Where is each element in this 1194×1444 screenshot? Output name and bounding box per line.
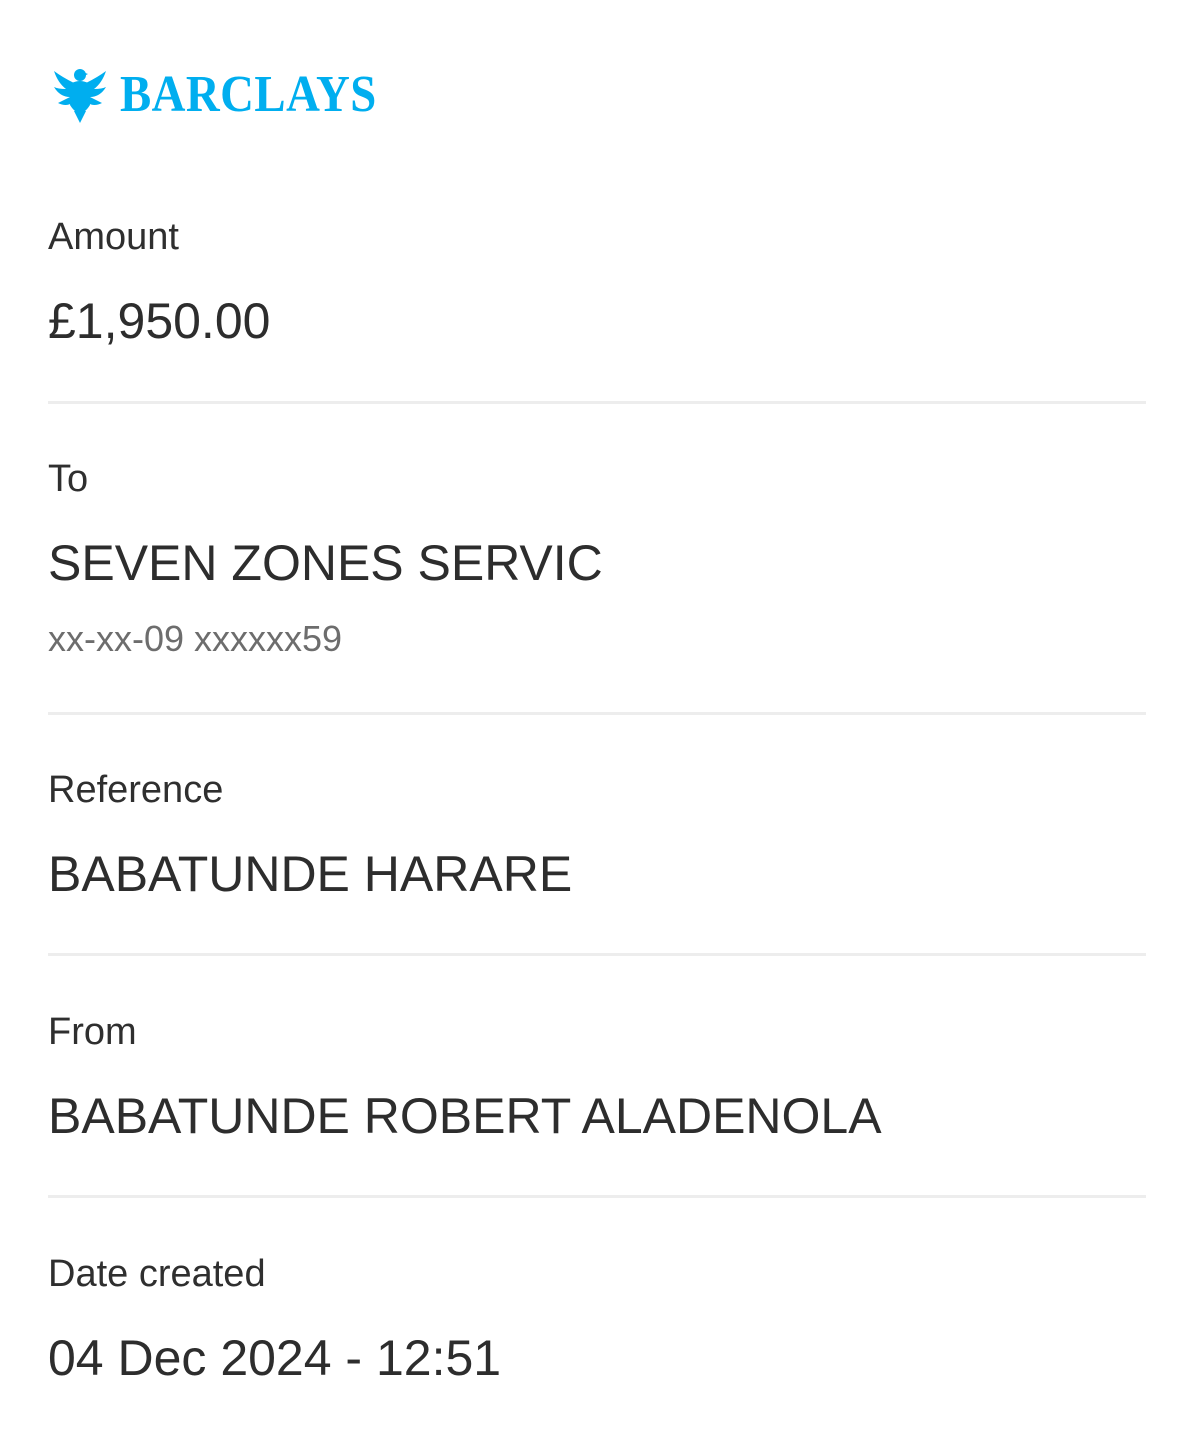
divider: [48, 953, 1146, 956]
to-value: SEVEN ZONES SERVIC: [48, 535, 603, 591]
to-account-number: xx-xx-09 xxxxxx59: [48, 618, 343, 659]
from-label: From: [48, 1011, 137, 1053]
brand-name: BARCLAYS: [120, 66, 377, 123]
from-value: BABATUNDE ROBERT ALADENOLA: [48, 1088, 882, 1144]
divider: [48, 401, 1146, 404]
barclays-logo: BARCLAYS: [52, 64, 405, 126]
date-created-label: Date created: [48, 1253, 266, 1295]
eagle-icon: [54, 69, 106, 123]
divider: [48, 712, 1146, 715]
to-label: To: [48, 458, 89, 500]
amount-label: Amount: [48, 216, 179, 258]
reference-label: Reference: [48, 769, 224, 811]
date-created-value: 04 Dec 2024 - 12:51: [48, 1330, 502, 1386]
divider: [48, 1195, 1146, 1198]
amount-value: £1,950.00: [48, 293, 271, 349]
reference-value: BABATUNDE HARARE: [48, 846, 573, 902]
